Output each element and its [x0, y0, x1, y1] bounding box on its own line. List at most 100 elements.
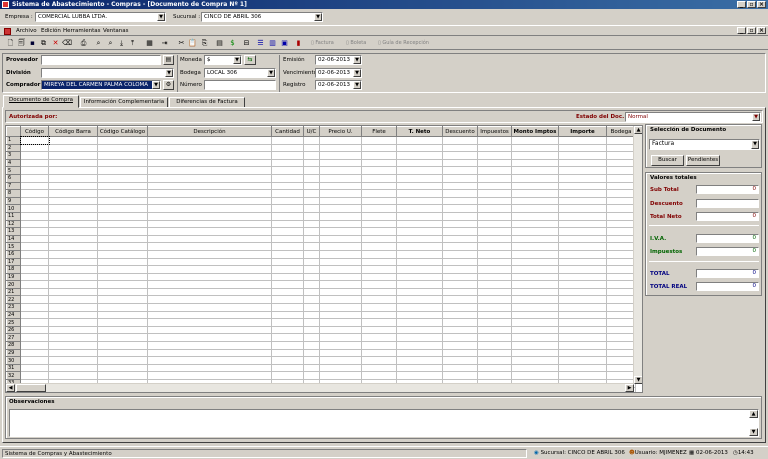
grid-cell[interactable] — [396, 333, 443, 343]
grid-cell[interactable] — [511, 204, 559, 213]
grid-cell[interactable] — [319, 303, 362, 312]
scroll-right-icon[interactable]: ▶ — [625, 384, 634, 392]
grid-cell[interactable] — [477, 144, 512, 153]
scroll-up-icon[interactable]: ▲ — [749, 410, 758, 418]
grid-cell[interactable] — [511, 220, 559, 229]
grid-cell[interactable] — [558, 295, 607, 305]
grid-cell[interactable] — [303, 227, 320, 236]
grid-cell[interactable] — [97, 311, 148, 320]
grid-cell[interactable] — [97, 159, 148, 168]
grid-cell[interactable] — [442, 220, 478, 229]
grid-cell[interactable] — [319, 295, 362, 305]
grid-cell[interactable] — [303, 136, 320, 145]
list-icon[interactable]: ☰ — [256, 39, 265, 48]
grid-cell[interactable] — [319, 333, 362, 343]
grid-cell[interactable] — [361, 258, 397, 267]
table-row[interactable]: 1 — [6, 135, 636, 146]
grid-cell[interactable] — [396, 326, 443, 335]
window-icon[interactable]: ▣ — [280, 39, 289, 48]
grid-cell[interactable] — [147, 204, 272, 213]
grid-cell[interactable] — [477, 220, 512, 229]
grid-cell[interactable] — [20, 182, 49, 191]
grid-cell[interactable] — [319, 371, 362, 380]
grid-cell[interactable] — [19, 135, 50, 146]
scroll-down-icon[interactable]: ▼ — [634, 376, 642, 384]
grid-cell[interactable] — [442, 174, 478, 183]
grid-cell[interactable] — [396, 280, 443, 289]
grid-cell[interactable] — [477, 333, 512, 343]
grid-cell[interactable] — [558, 258, 607, 267]
table-row[interactable]: 10 — [6, 204, 636, 213]
grid-cell[interactable] — [147, 273, 272, 282]
grid-cell[interactable] — [606, 326, 636, 335]
grid-cell[interactable] — [361, 220, 397, 229]
grid-cell[interactable] — [606, 151, 636, 160]
grid-cell[interactable] — [319, 364, 362, 373]
grid-cell[interactable] — [361, 151, 397, 160]
grid-cell[interactable] — [477, 204, 512, 213]
factura-button[interactable]: ▯ Factura — [311, 40, 334, 46]
grid-cell[interactable] — [361, 356, 397, 365]
grid-cell[interactable] — [319, 136, 362, 145]
grid-cell[interactable] — [511, 197, 559, 206]
grid-cell[interactable] — [319, 280, 362, 289]
grid-cell[interactable] — [477, 265, 512, 274]
grid-cell[interactable] — [606, 220, 636, 229]
grid-cell[interactable] — [511, 341, 559, 350]
table-row[interactable]: 13 — [6, 227, 636, 236]
grid-cell[interactable] — [606, 204, 636, 213]
grid-cell[interactable] — [271, 265, 304, 274]
grid-cell[interactable] — [303, 341, 320, 350]
grid-cell[interactable] — [477, 182, 512, 191]
grid-cell[interactable] — [558, 220, 607, 229]
grid-cell[interactable] — [271, 364, 304, 373]
grid-cell[interactable] — [511, 189, 559, 198]
grid-cell[interactable] — [271, 303, 304, 312]
grid-cell[interactable] — [319, 311, 362, 320]
grid-cell[interactable] — [97, 333, 148, 343]
grid-cell[interactable] — [20, 265, 49, 274]
grid-cell[interactable] — [361, 364, 397, 373]
grid-cell[interactable] — [147, 295, 272, 305]
grid-cell[interactable] — [271, 144, 304, 153]
grid-cell[interactable] — [511, 182, 559, 191]
grid-cell[interactable] — [319, 182, 362, 191]
grid-cell[interactable] — [396, 197, 443, 206]
grid-cell[interactable] — [361, 174, 397, 183]
grid-cell[interactable] — [361, 318, 397, 327]
grid-cell[interactable] — [20, 349, 49, 358]
grid-cell[interactable] — [396, 318, 443, 327]
descuento-field[interactable] — [696, 199, 759, 208]
save-icon[interactable]: ▪ — [28, 39, 37, 48]
grid-cell[interactable] — [319, 159, 362, 168]
grid-cell[interactable] — [442, 311, 478, 320]
grid-cell[interactable] — [558, 371, 607, 380]
table-row[interactable]: 24 — [6, 310, 636, 320]
grid-cell[interactable] — [511, 242, 559, 251]
grid-cell[interactable] — [319, 242, 362, 251]
grid-cell[interactable] — [361, 250, 397, 259]
grid-cell[interactable] — [558, 235, 607, 244]
grid-cell[interactable] — [606, 288, 636, 297]
grid-cell[interactable] — [319, 227, 362, 236]
grid-cell[interactable] — [396, 151, 443, 160]
grid-cell[interactable] — [147, 189, 272, 198]
grid-cell[interactable] — [396, 349, 443, 358]
grid-cell[interactable] — [606, 250, 636, 259]
grid-cell[interactable] — [97, 258, 148, 267]
grid-cell[interactable] — [20, 326, 49, 335]
grid-cell[interactable] — [361, 371, 397, 380]
grid-cell[interactable] — [442, 364, 478, 373]
search-icon[interactable]: ⌕ — [94, 39, 103, 48]
grid-cell[interactable] — [396, 182, 443, 191]
grid-cell[interactable] — [361, 227, 397, 236]
table-row[interactable]: 4 — [6, 158, 636, 168]
grid-cell[interactable] — [48, 144, 98, 153]
grid-cell[interactable] — [147, 288, 272, 297]
grid-cell[interactable] — [271, 197, 304, 206]
grid-cell[interactable] — [396, 136, 443, 145]
grid-cell[interactable] — [606, 333, 636, 343]
grid-cell[interactable] — [606, 174, 636, 183]
grid-cell[interactable] — [48, 204, 98, 213]
table-row[interactable]: 26 — [6, 325, 636, 335]
